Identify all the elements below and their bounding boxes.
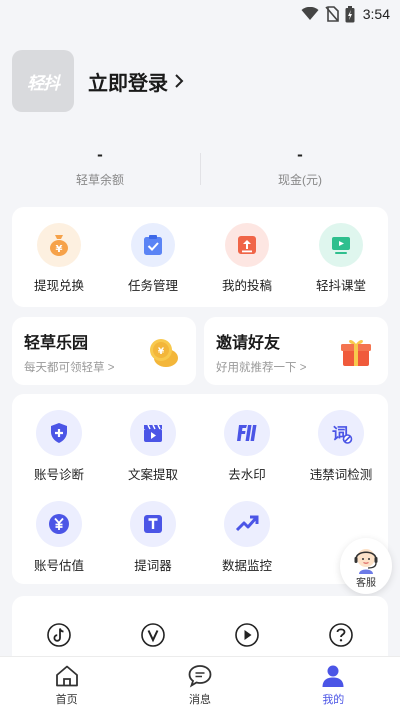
login-link[interactable]: 立即登录 [88, 67, 184, 96]
cash-balance[interactable]: - 现金(元) [200, 145, 400, 195]
teleprompter-item[interactable]: 提词器 [106, 501, 200, 574]
banned-word-check-label: 违禁词检测 [309, 468, 373, 482]
battery-charging-icon [345, 5, 355, 22]
account-diagnosis-label: 账号诊断 [33, 468, 84, 482]
login-label: 立即登录 [88, 72, 168, 95]
my-submissions-label: 我的投稿 [221, 279, 272, 293]
yen-circle-icon [36, 501, 82, 547]
customer-service-label: 客服 [356, 577, 376, 589]
svg-text:¥: ¥ [56, 244, 63, 255]
help-circle-icon [329, 623, 353, 647]
account-valuation-label: 账号估值 [33, 559, 84, 573]
profile-header[interactable]: 轻抖 立即登录 [12, 50, 184, 112]
copy-extract-label: 文案提取 [127, 468, 178, 482]
customer-service-button[interactable]: 客服 [340, 538, 392, 594]
presentation-icon [319, 223, 363, 267]
grass-balance-label: 轻草余额 [75, 173, 124, 187]
cash-balance-value: - [297, 145, 303, 164]
teleprompter-label: 提词器 [134, 559, 172, 573]
shield-plus-icon [36, 410, 82, 456]
clapper-icon [130, 410, 176, 456]
tiktok-icon [47, 623, 71, 647]
account-valuation-item[interactable]: 账号估值 [12, 501, 106, 574]
stats-divider [200, 153, 201, 185]
nav-home-label: 首页 [55, 694, 78, 706]
platform-video[interactable] [200, 622, 294, 648]
withdraw-exchange-label: 提现兑换 [33, 279, 84, 293]
remove-watermark-label: 去水印 [228, 468, 266, 482]
quick-actions-card: ¥ 提现兑换 任务管理 我的投稿 轻抖课堂 [12, 207, 388, 307]
qingdou-class-label: 轻抖课堂 [315, 279, 366, 293]
platform-vlog[interactable] [106, 622, 200, 648]
nav-mine-label: 我的 [322, 694, 345, 706]
copy-extract-item[interactable]: 文案提取 [106, 410, 200, 483]
grass-balance-value: - [97, 145, 103, 164]
grass-park-card[interactable]: 轻草乐园 每天都可领轻草 > ¥ [12, 317, 196, 385]
yen-bag-icon: ¥ [37, 223, 81, 267]
cash-balance-label: 现金(元) [278, 173, 322, 187]
user-icon [322, 665, 344, 687]
chevron-right-icon [175, 74, 184, 88]
task-manage-item[interactable]: 任务管理 [106, 223, 200, 294]
nav-home[interactable]: 首页 [0, 657, 133, 710]
play-circle-icon [235, 623, 259, 647]
qingdou-class-item[interactable]: 轻抖课堂 [294, 223, 388, 294]
trend-up-icon [224, 501, 270, 547]
word-check-icon: 词 [318, 410, 364, 456]
clock: 3:54 [362, 6, 390, 22]
message-icon [188, 665, 212, 688]
status-bar: 3:54 [0, 0, 400, 28]
remove-watermark-item[interactable]: 去水印 [200, 410, 294, 483]
vlog-icon [141, 623, 165, 647]
clipboard-check-icon [131, 223, 175, 267]
coin-stack-icon: ¥ [146, 334, 182, 375]
my-submissions-item[interactable]: 我的投稿 [200, 223, 294, 294]
home-icon [55, 665, 78, 687]
support-agent-icon [354, 548, 378, 574]
bottom-nav: 首页 消息 我的 [0, 656, 400, 710]
grass-balance[interactable]: - 轻草余额 [0, 145, 200, 195]
account-diagnosis-item[interactable]: 账号诊断 [12, 410, 106, 483]
platform-douyin[interactable] [12, 622, 106, 648]
data-monitor-item[interactable]: 数据监控 [200, 501, 294, 574]
watermark-icon [224, 410, 270, 456]
avatar[interactable]: 轻抖 [12, 50, 74, 112]
invite-friends-card[interactable]: 邀请好友 好用就推荐一下 > [204, 317, 388, 385]
gift-box-icon [338, 334, 374, 375]
nav-mine[interactable]: 我的 [267, 657, 400, 710]
teleprompter-icon [130, 501, 176, 547]
banned-word-check-item[interactable]: 词 违禁词检测 [294, 410, 388, 483]
no-sim-icon [325, 6, 339, 22]
nav-messages[interactable]: 消息 [133, 657, 266, 710]
withdraw-exchange-item[interactable]: ¥ 提现兑换 [12, 223, 106, 294]
wifi-icon [301, 7, 319, 20]
platform-help[interactable] [294, 622, 388, 648]
svg-text:¥: ¥ [158, 347, 165, 357]
nav-messages-label: 消息 [188, 694, 211, 706]
task-manage-label: 任务管理 [127, 279, 178, 293]
data-monitor-label: 数据监控 [221, 559, 272, 573]
balance-stats: - 轻草余额 - 现金(元) [0, 145, 400, 195]
tools-card: 账号诊断 文案提取 去水印 词 违禁词检测 账号估值 提词器 数据监控 [12, 394, 388, 584]
upload-tray-icon [225, 223, 269, 267]
avatar-logo-text: 轻抖 [27, 73, 60, 93]
